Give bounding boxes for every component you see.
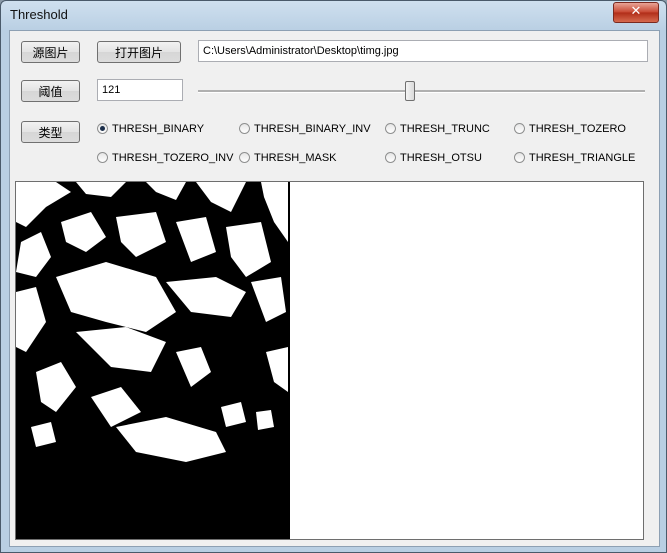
source-image-button[interactable]: 源图片 [21, 41, 80, 63]
radio-label: THRESH_MASK [254, 152, 337, 164]
threshold-button[interactable]: 阈值 [21, 80, 80, 102]
threshold-window: Threshold ✕ 源图片 打开图片 C:\Users\Administra… [0, 0, 667, 553]
threshold-value-field[interactable]: 121 [97, 79, 183, 101]
open-image-button[interactable]: 打开图片 [97, 41, 181, 63]
radio-label: THRESH_BINARY_INV [254, 123, 371, 135]
radio-label: THRESH_OTSU [400, 152, 482, 164]
radio-circle[interactable] [239, 152, 250, 163]
radio-label: THRESH_TOZERO_INV [112, 152, 234, 164]
type-button[interactable]: 类型 [21, 121, 80, 143]
path-field[interactable]: C:\Users\Administrator\Desktop\timg.jpg [198, 40, 648, 62]
radio-label: THRESH_BINARY [112, 123, 205, 135]
thresholded-image [16, 182, 290, 539]
radio-circle[interactable] [385, 123, 396, 134]
radio-circle[interactable] [239, 123, 250, 134]
title-bar[interactable]: Threshold ✕ [1, 1, 666, 29]
client-area: 源图片 打开图片 C:\Users\Administrator\Desktop\… [9, 30, 660, 547]
close-button[interactable]: ✕ [613, 2, 659, 23]
radio-label: THRESH_TOZERO [529, 123, 626, 135]
radio-label: THRESH_TRIANGLE [529, 152, 636, 164]
radio-circle[interactable] [514, 152, 525, 163]
radio-label: THRESH_TRUNC [400, 123, 490, 135]
radio-selected-dot [100, 126, 105, 131]
radio-circle[interactable] [97, 152, 108, 163]
threshold-slider-track[interactable] [198, 90, 645, 93]
window-title: Threshold [10, 7, 68, 22]
radio-circle[interactable] [514, 123, 525, 134]
threshold-slider-thumb[interactable] [405, 81, 415, 101]
radio-circle[interactable] [97, 123, 108, 134]
radio-circle[interactable] [385, 152, 396, 163]
thresholded-image-graphic [16, 182, 290, 539]
image-display-panel [15, 181, 644, 540]
